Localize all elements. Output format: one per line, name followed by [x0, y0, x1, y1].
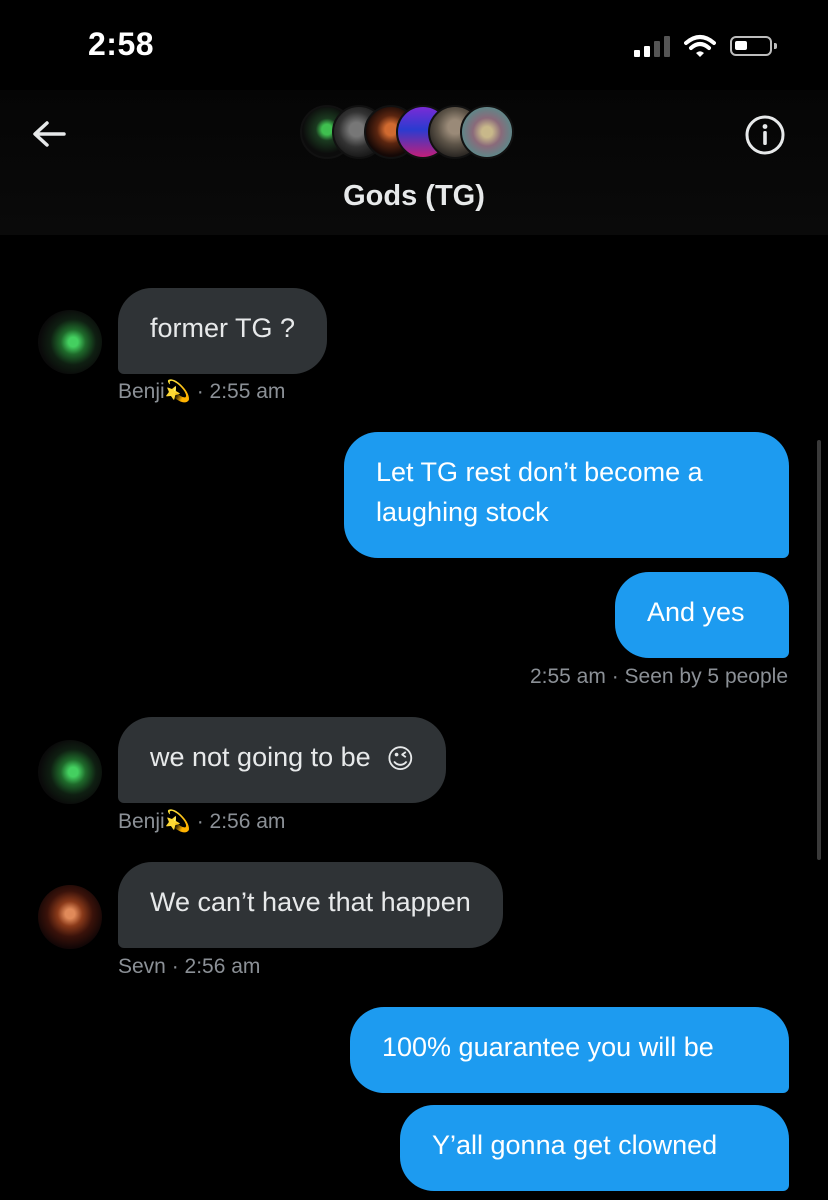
message-text: 100% guarantee you will be	[382, 1032, 714, 1062]
message-time: 2:55 am	[209, 380, 286, 403]
message-text: Y’all gonna get clowned	[432, 1130, 718, 1160]
message-text: Let TG rest don’t become a laughing stoc…	[376, 457, 703, 527]
member-avatar	[460, 105, 514, 159]
message-bubble[interactable]: Y’all gonna get clowned	[400, 1105, 789, 1191]
scrollbar[interactable]	[817, 440, 821, 860]
status-icons	[634, 34, 777, 58]
avatar-benji[interactable]	[38, 740, 102, 804]
message-time: 2:56 am	[184, 955, 261, 978]
conversation-title[interactable]: Gods (TG)	[0, 180, 828, 213]
message-bubble[interactable]: Let TG rest don’t become a laughing stoc…	[344, 432, 789, 558]
sender-name: Sevn	[118, 955, 166, 978]
message-text: former TG ?	[150, 313, 296, 343]
wifi-icon	[684, 35, 716, 57]
cellular-signal-icon	[634, 35, 670, 57]
back-arrow-icon[interactable]	[30, 118, 68, 150]
message-meta: Benji💫 · 2:55 am	[118, 380, 286, 403]
group-avatars[interactable]	[300, 105, 530, 161]
message-meta: 2:55 am · Seen by 5 people	[529, 665, 788, 688]
avatar-sevn[interactable]	[38, 885, 102, 949]
message-text: We can’t have that happen	[150, 887, 471, 917]
message-text: And yes	[647, 597, 745, 627]
sender-name: Benji💫	[118, 810, 191, 833]
message-bubble[interactable]: We can’t have that happen	[118, 862, 503, 948]
battery-icon	[730, 36, 777, 56]
winking-face-emoji: 😉	[386, 743, 415, 774]
message-meta: Sevn · 2:56 am	[118, 955, 261, 978]
info-icon[interactable]	[744, 114, 786, 156]
message-time: 2:55 am	[529, 665, 606, 688]
status-time: 2:58	[88, 26, 155, 62]
message-bubble[interactable]: And yes	[615, 572, 789, 658]
message-meta: Benji💫 · 2:56 am	[118, 810, 286, 833]
message-bubble[interactable]: former TG ?	[118, 288, 328, 374]
message-bubble[interactable]: 100% guarantee you will be	[350, 1007, 789, 1093]
message-time: 2:56 am	[209, 810, 286, 833]
sender-name: Benji💫	[118, 380, 191, 403]
status-bar: 2:58	[0, 0, 828, 90]
seen-status[interactable]: Seen by 5 people	[625, 665, 788, 688]
message-bubble[interactable]: we not going to be 😉	[118, 717, 447, 803]
message-text: we not going to be	[150, 742, 371, 772]
avatar-benji[interactable]	[38, 310, 102, 374]
